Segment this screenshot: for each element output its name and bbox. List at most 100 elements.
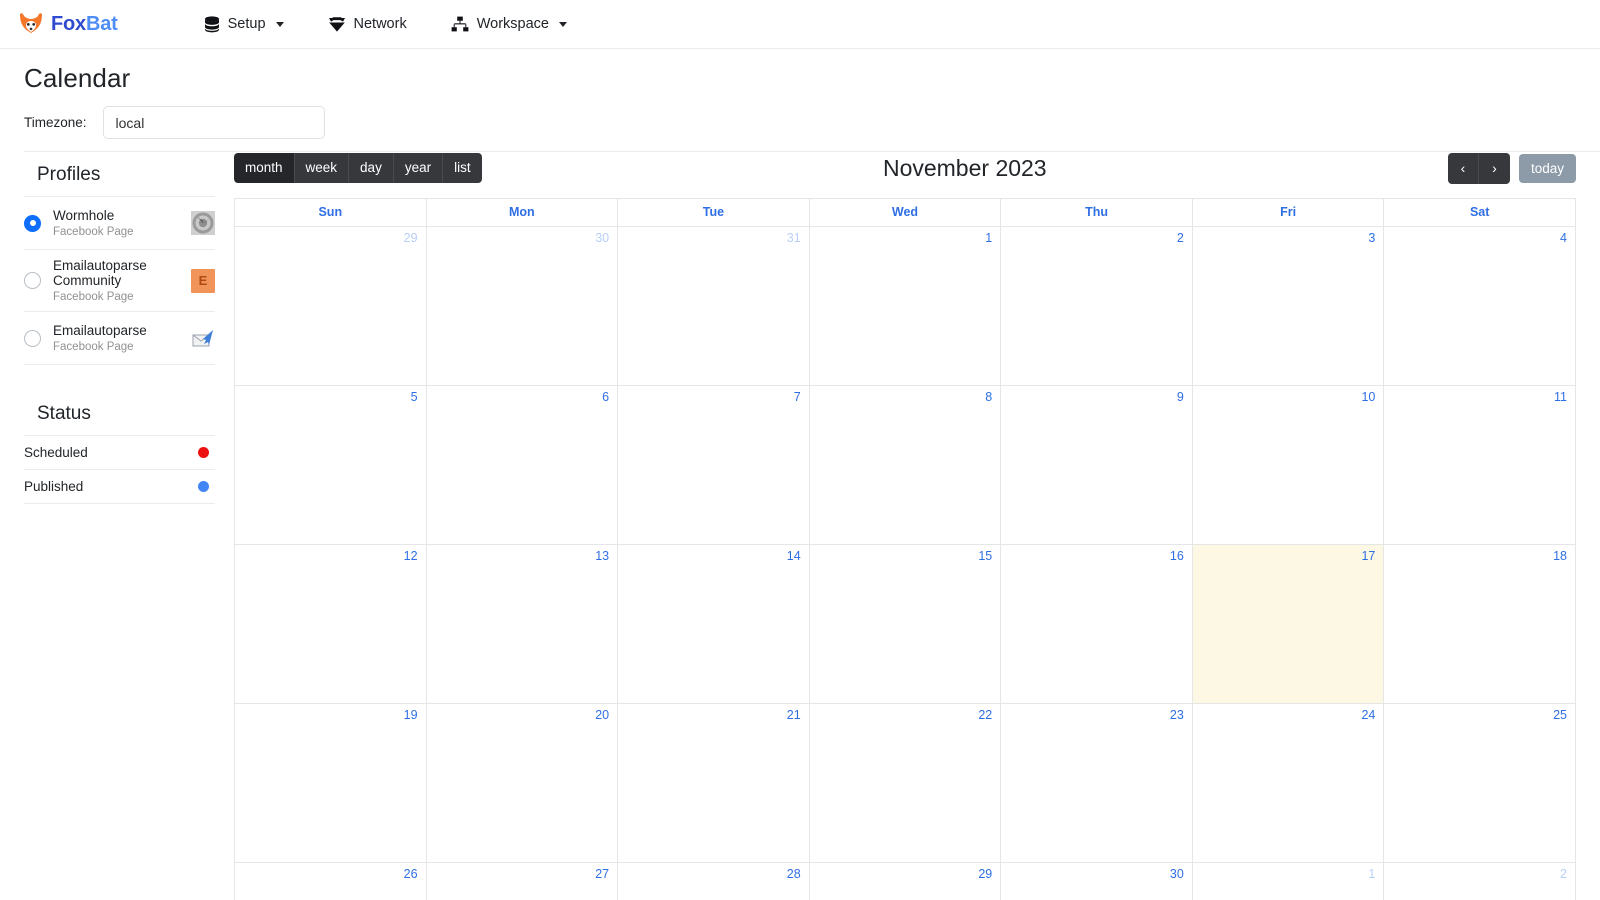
calendar-day-number[interactable]: 12	[404, 549, 418, 563]
profile-radio-wormhole[interactable]	[24, 214, 41, 232]
profile-row-wormhole[interactable]: Wormhole Facebook Page	[24, 197, 215, 250]
nav-item-workspace[interactable]: Workspace	[451, 16, 567, 32]
calendar-day-number[interactable]: 4	[1560, 231, 1567, 245]
calendar-day-number[interactable]: 18	[1553, 549, 1567, 563]
calendar-day-cell[interactable]: 28	[617, 862, 810, 900]
calendar-day-number[interactable]: 2	[1560, 867, 1567, 881]
calendar-day-number[interactable]: 1	[985, 231, 992, 245]
calendar-day-cell[interactable]: 12	[234, 544, 427, 704]
calendar-day-cell[interactable]: 27	[425, 862, 619, 900]
profile-row-emailautoparse-community[interactable]: Emailautoparse Community Facebook Page E	[24, 250, 215, 312]
calendar-day-number[interactable]: 16	[1170, 549, 1184, 563]
page-title: Calendar	[24, 63, 131, 93]
calendar-day-number[interactable]: 23	[1170, 708, 1184, 722]
calendar-day-cell[interactable]: 2	[1383, 862, 1576, 900]
today-button[interactable]: today	[1518, 153, 1576, 183]
calendar-day-number[interactable]: 7	[794, 390, 801, 404]
calendar-day-cell[interactable]: 30	[425, 226, 619, 386]
calendar-day-number[interactable]: 14	[787, 549, 801, 563]
calendar-day-cell[interactable]: 24	[1191, 703, 1385, 863]
calendar-day-cell[interactable]: 30	[1000, 862, 1193, 900]
calendar-day-number[interactable]: 20	[595, 708, 609, 722]
calendar-day-cell[interactable]: 15	[808, 544, 1002, 704]
calendar-day-number[interactable]: 30	[595, 231, 609, 245]
calendar-day-number[interactable]: 30	[1170, 867, 1184, 881]
calendar-day-cell[interactable]: 4	[1383, 226, 1576, 386]
timezone-input[interactable]	[102, 106, 325, 139]
prev-month-button[interactable]: ‹	[1447, 152, 1479, 184]
view-button-list[interactable]: list	[443, 153, 482, 183]
calendar-day-cell[interactable]: 13	[425, 544, 619, 704]
weekday-wed: Wed	[808, 198, 1002, 227]
calendar-day-cell[interactable]: 3	[1191, 226, 1385, 386]
brand-logo[interactable]: FoxBat	[18, 12, 118, 36]
view-button-week[interactable]: week	[294, 153, 350, 183]
calendar-day-cell[interactable]: 18	[1383, 544, 1576, 704]
next-month-button[interactable]: ›	[1478, 152, 1510, 184]
calendar-day-number[interactable]: 26	[404, 867, 418, 881]
calendar-day-cell[interactable]: 6	[425, 385, 619, 545]
calendar-day-number[interactable]: 17	[1361, 549, 1375, 563]
calendar-day-cell[interactable]: 1	[1191, 862, 1385, 900]
brand-text-fox: Fox	[51, 12, 86, 35]
calendar-day-cell[interactable]: 17	[1191, 544, 1385, 704]
calendar-day-number[interactable]: 3	[1368, 231, 1375, 245]
view-button-year[interactable]: year	[393, 153, 444, 183]
profile-radio-emailautoparse[interactable]	[24, 329, 41, 347]
calendar-day-number[interactable]: 8	[985, 390, 992, 404]
profile-row-emailautoparse[interactable]: Emailautoparse Facebook Page	[24, 312, 215, 365]
calendar-day-cell[interactable]: 5	[234, 385, 427, 545]
status-row-scheduled: Scheduled	[24, 436, 215, 470]
calendar-day-cell[interactable]: 22	[808, 703, 1002, 863]
calendar-week-row: 26 27 28 29 30 1 2	[234, 862, 1576, 900]
calendar-day-number[interactable]: 29	[404, 231, 418, 245]
nav-item-setup[interactable]: Setup	[204, 15, 284, 33]
calendar-day-number[interactable]: 2	[1177, 231, 1184, 245]
calendar-day-number[interactable]: 25	[1553, 708, 1567, 722]
profile-text: Wormhole Facebook Page	[53, 208, 185, 238]
calendar-day-number[interactable]: 1	[1368, 867, 1375, 881]
calendar-day-cell[interactable]: 11	[1383, 385, 1576, 545]
calendar-day-number[interactable]: 21	[787, 708, 801, 722]
calendar-day-cell[interactable]: 14	[617, 544, 810, 704]
calendar-day-cell[interactable]: 21	[617, 703, 810, 863]
chevron-down-icon	[558, 21, 567, 27]
calendar-day-cell[interactable]: 26	[234, 862, 427, 900]
calendar-day-cell[interactable]: 10	[1191, 385, 1385, 545]
calendar-day-number[interactable]: 22	[978, 708, 992, 722]
calendar-day-cell[interactable]: 9	[1000, 385, 1193, 545]
calendar-day-number[interactable]: 11	[1554, 390, 1567, 404]
wormhole-photo-avatar	[191, 211, 215, 235]
calendar-day-number[interactable]: 24	[1361, 708, 1375, 722]
calendar-day-cell[interactable]: 20	[425, 703, 619, 863]
view-button-day[interactable]: day	[349, 153, 394, 183]
profile-radio-emailautoparse-community[interactable]	[24, 272, 41, 289]
calendar-day-cell[interactable]: 8	[808, 385, 1002, 545]
calendar-day-number[interactable]: 9	[1177, 390, 1184, 404]
view-button-month[interactable]: month	[234, 153, 295, 183]
calendar-day-number[interactable]: 6	[602, 390, 609, 404]
calendar-day-number[interactable]: 29	[978, 867, 992, 881]
calendar-day-number[interactable]: 15	[978, 549, 992, 563]
calendar-day-cell[interactable]: 25	[1383, 703, 1576, 863]
calendar-day-cell[interactable]: 29	[808, 862, 1002, 900]
calendar-day-number[interactable]: 5	[411, 390, 418, 404]
calendar-day-number[interactable]: 19	[404, 708, 418, 722]
weekday-mon: Mon	[425, 198, 619, 227]
calendar-day-cell[interactable]: 23	[1000, 703, 1193, 863]
calendar-day-number[interactable]: 13	[595, 549, 609, 563]
calendar-title: November 2023	[882, 154, 1047, 181]
calendar-day-number[interactable]: 10	[1361, 390, 1375, 404]
calendar-day-cell[interactable]: 2	[1000, 226, 1193, 386]
calendar-day-cell[interactable]: 7	[617, 385, 810, 545]
calendar-day-number[interactable]: 28	[787, 867, 801, 881]
calendar-day-cell[interactable]: 19	[234, 703, 427, 863]
calendar-day-cell[interactable]: 16	[1000, 544, 1193, 704]
calendar-day-number[interactable]: 27	[595, 867, 609, 881]
calendar-day-number[interactable]: 31	[787, 231, 801, 245]
profile-name: Emailautoparse	[53, 323, 147, 338]
nav-item-network[interactable]: Network	[328, 16, 407, 32]
calendar-day-cell[interactable]: 1	[808, 226, 1002, 386]
calendar-day-cell[interactable]: 31	[617, 226, 810, 386]
calendar-day-cell[interactable]: 29	[234, 226, 427, 386]
